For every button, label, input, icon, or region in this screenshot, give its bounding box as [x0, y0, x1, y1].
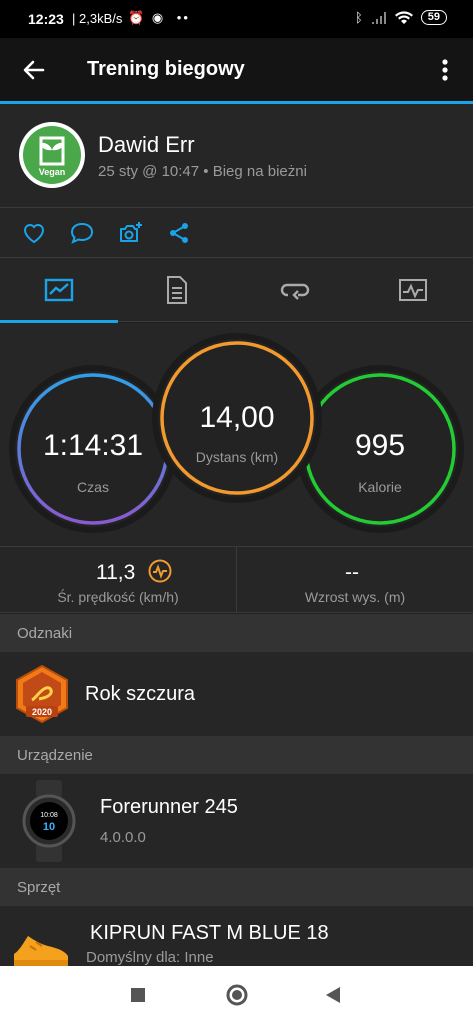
status-time: 12:23 [28, 11, 64, 27]
laps-tab[interactable] [236, 258, 354, 322]
details-tab[interactable] [118, 258, 236, 322]
time-label: Czas [77, 479, 109, 495]
device-name: Forerunner 245 [100, 796, 238, 818]
more-vertical-icon[interactable] [433, 54, 457, 86]
plant-icon [39, 136, 65, 166]
notification-icons: ⏰ ◉ •• [128, 10, 190, 26]
system-nav-bar [0, 966, 473, 1024]
avatar[interactable]: Vegan [19, 122, 85, 188]
home-button-icon[interactable] [225, 983, 249, 1007]
gear-name: KIPRUN FAST M BLUE 18 [90, 922, 329, 944]
time-value: 1:14:31 [42, 429, 144, 462]
avg-speed-label: Śr. prędkość (km/h) [57, 589, 179, 605]
avg-speed-value: 11,3 [96, 561, 136, 584]
activity-header: Vegan Dawid Err 25 sty @ 10:47 • Bieg na… [0, 104, 473, 208]
badge-year: 2020 [32, 707, 52, 717]
device-item[interactable]: 10:08 10 Forerunner 245 4.0.0.0 [0, 774, 473, 868]
device-section-header: Urządzenie [0, 736, 473, 774]
heart-icon[interactable] [21, 220, 47, 246]
loop-icon [280, 283, 310, 300]
alarm-icon: ⏰ [128, 10, 147, 25]
avatar-label: Vegan [38, 167, 66, 177]
add-photo-icon[interactable] [118, 220, 144, 246]
app-bar: Trening biegowy [0, 38, 473, 101]
activity-pulse-icon [148, 559, 172, 583]
spotify-icon: ◉ [151, 10, 166, 25]
badge-name: Rok szczura [85, 683, 196, 705]
more-dots-icon: •• [176, 10, 190, 25]
share-icon[interactable] [166, 220, 192, 246]
action-bar [0, 208, 473, 258]
user-name[interactable]: Dawid Err [98, 132, 195, 158]
status-bar: 12:23 | 2,3kB/s ⏰ ◉ •• ᛒ 59 [0, 0, 473, 38]
gear-item[interactable]: KIPRUN FAST M BLUE 18 Domyślny dla: Inne [0, 906, 473, 966]
badge-item[interactable]: 2020 Rok szczura [0, 652, 473, 736]
calories-ring: 995 Kalorie [302, 371, 458, 527]
badges-section-header: Odznaki [0, 614, 473, 652]
device-version: 4.0.0.0 [100, 829, 146, 846]
overview-tab[interactable] [0, 258, 118, 323]
back-button-icon[interactable] [324, 986, 342, 1004]
distance-ring: 14,00 Dystans (km) [158, 339, 316, 497]
net-speed: | 2,3kB/s [72, 11, 123, 26]
wifi-icon [394, 10, 413, 24]
distance-value: 14,00 [199, 401, 275, 434]
gear-section-header: Sprzęt [0, 868, 473, 906]
bluetooth-icon: ᛒ [354, 10, 363, 25]
gear-default-for: Domyślny dla: Inne [86, 949, 214, 966]
system-icons: ᛒ 59 [355, 10, 447, 25]
tab-bar [0, 258, 473, 323]
device-header: Urządzenie [17, 747, 93, 764]
distance-label: Dystans (km) [195, 449, 279, 465]
watch-time-main: 10 [43, 821, 55, 833]
chart-icon [399, 279, 427, 301]
document-icon [167, 276, 187, 304]
recents-button-icon[interactable] [130, 987, 146, 1003]
battery-icon: 59 [420, 10, 447, 25]
shoe-icon [14, 936, 68, 966]
page-title: Trening biegowy [87, 58, 245, 80]
time-ring: 1:14:31 Czas [15, 371, 171, 527]
charts-tab[interactable] [354, 258, 472, 322]
elevation-label: Wzrost wys. (m) [304, 589, 406, 605]
calories-label: Kalorie [358, 479, 402, 495]
signal-icon [371, 11, 386, 24]
watch-time-top: 10:08 [40, 812, 58, 819]
stats-row: 11,3 Śr. prędkość (km/h) -- Wzrost wys. … [0, 546, 473, 613]
rat-badge-icon: 2020 [16, 664, 68, 724]
overview-icon [44, 278, 74, 302]
badges-header: Odznaki [17, 625, 73, 642]
summary-rings: 1:14:31 Czas 995 Kalorie 14,00 Dystans (… [0, 323, 473, 546]
watch-icon: 10:08 10 [22, 780, 76, 862]
activity-subtitle: 25 sty @ 10:47 • Bieg na bieżni [98, 163, 307, 180]
comment-icon[interactable] [69, 220, 95, 246]
elevation-value: -- [345, 561, 359, 584]
arrow-left-icon[interactable] [18, 54, 50, 86]
gear-header: Sprzęt [17, 879, 61, 896]
calories-value: 995 [354, 429, 406, 462]
